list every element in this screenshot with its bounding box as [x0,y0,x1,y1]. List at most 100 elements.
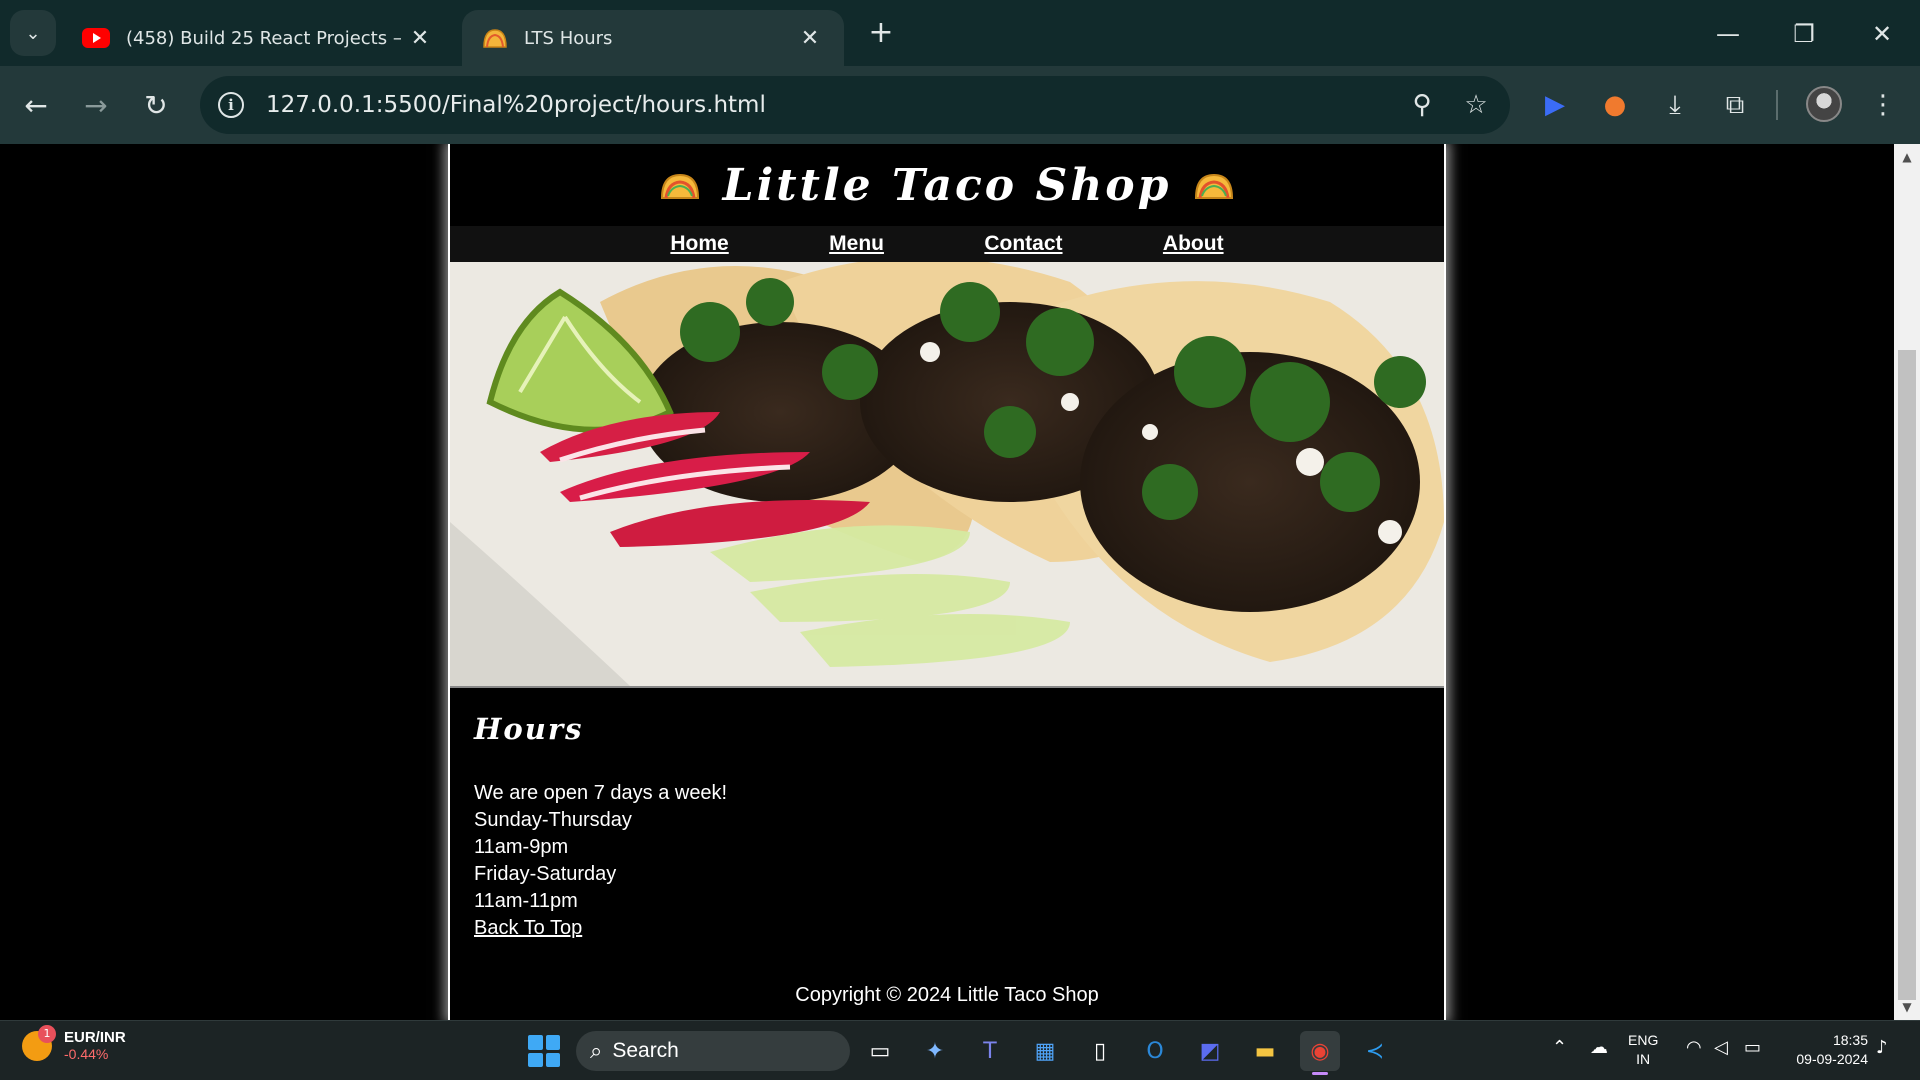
arrow-left-icon: ← [24,89,48,122]
profile-avatar[interactable] [1806,86,1842,122]
site-footer: Copyright © 2024 Little Taco Shop [795,984,1099,1006]
system-clock[interactable]: 18:35 09-09-2024 [1780,1031,1868,1069]
clock-date: 09-09-2024 [1796,1051,1868,1067]
plus-icon: + [868,15,894,50]
app-icon[interactable]: ◩ [1190,1031,1230,1071]
tab-strip: ⌄ (458) Build 25 React Projects – Tuto ✕… [0,0,1920,66]
nav-link-menu[interactable]: Menu [829,232,884,256]
notification-badge: 1 [38,1024,56,1043]
address-bar[interactable]: i 127.0.0.1:5500/Final%20project/hours.h… [200,76,1510,134]
region-code: IN [1636,1051,1651,1067]
windows-logo-icon [545,1035,560,1050]
taco-icon [1195,173,1234,199]
bookmark-star-icon[interactable]: ☆ [1456,85,1496,125]
wifi-icon[interactable]: ◠ [1686,1037,1702,1058]
minimize-button[interactable]: — [1708,14,1748,54]
copilot-icon[interactable]: ✦ [915,1031,955,1071]
taco-icon [483,29,507,48]
task-view-icon[interactable]: ▭ [860,1031,900,1071]
tab-youtube[interactable]: (458) Build 25 React Projects – Tuto ✕ [62,10,454,66]
widget-change: -0.44% [64,1046,109,1062]
hours-line: 11am-11pm [474,890,578,912]
nav-link-contact[interactable]: Contact [984,232,1062,256]
tab-title: (458) Build 25 React Projects – Tuto [126,27,406,49]
url-text[interactable]: 127.0.0.1:5500/Final%20project/hours.htm… [266,92,1402,118]
scroll-up-icon[interactable]: ▲ [1894,146,1920,168]
tab-title: LTS Hours [524,27,613,49]
taskbar: 1 EUR/INR -0.44% ⌕ Search ▭ ✦ T ▦ ▯ O ◩ … [0,1020,1920,1080]
clock-time: 18:35 [1832,1032,1868,1048]
widget-title: EUR/INR [64,1029,126,1046]
nav-link-home[interactable]: Home [670,232,728,256]
scroll-down-icon[interactable]: ▼ [1894,996,1920,1018]
tab-lts-hours[interactable]: LTS Hours ✕ [462,10,844,66]
notification-bell-icon[interactable]: ♪ [1876,1037,1888,1058]
chevron-down-icon: ⌄ [25,22,41,44]
site-header: Little Taco Shop [450,144,1444,226]
hours-line: We are open 7 days a week! [474,782,728,804]
battery-icon[interactable]: ▭ [1744,1037,1761,1058]
language-indicator[interactable]: ENG IN [1628,1031,1658,1069]
page-scrollbar[interactable]: ▲ ▼ [1894,144,1920,1020]
store-icon[interactable]: ▦ [1025,1031,1065,1071]
back-to-top-link[interactable]: Back To Top [474,915,582,942]
taco-icon [660,173,699,199]
teams-icon[interactable]: T [970,1031,1010,1071]
onedrive-cloud-icon[interactable]: ☁ [1590,1037,1608,1058]
tab-search-button[interactable]: ⌄ [10,10,56,56]
start-button[interactable] [528,1035,560,1067]
extension-capsule-icon[interactable]: ● [1594,84,1636,126]
back-button[interactable]: ← [16,86,56,126]
taskbar-search[interactable]: ⌕ Search [576,1031,850,1071]
language-code: ENG [1628,1032,1659,1048]
reload-icon: ↻ [144,89,168,122]
browser-toolbar: ← → ↻ i 127.0.0.1:5500/Final%20project/h… [0,66,1920,144]
nav-link-about[interactable]: About [1163,232,1224,256]
arrow-right-icon: → [84,89,108,122]
hero-image-tacos [450,262,1444,686]
new-tab-button[interactable]: + [864,16,898,50]
extensions-puzzle-icon[interactable]: ⧉ [1714,84,1756,126]
close-icon[interactable]: ✕ [796,26,824,51]
youtube-icon [82,28,110,48]
site-title: Little Taco Shop [722,159,1172,211]
extension-play-icon[interactable]: ▶ [1534,84,1576,126]
windows-logo-icon [545,1052,560,1067]
reload-button[interactable]: ↻ [136,86,176,126]
file-explorer-icon[interactable]: ▬ [1245,1031,1285,1071]
forward-button[interactable]: → [76,86,116,126]
page-viewport: Little Taco Shop Home Menu Contact About [0,144,1894,1020]
restore-icon: ❐ [1793,20,1815,48]
widgets-button[interactable]: 1 EUR/INR -0.44% [22,1024,126,1062]
hours-line: Sunday-Thursday [474,809,632,831]
chrome-icon[interactable]: ◉ [1300,1031,1340,1075]
site-nav: Home Menu Contact About [450,226,1444,262]
hours-line: Friday-Saturday [474,863,617,885]
download-icon[interactable]: ⤓ [1654,84,1696,126]
outlook-icon[interactable]: O [1135,1031,1175,1071]
search-icon: ⌕ [590,1038,603,1063]
close-icon: ✕ [1871,20,1893,48]
close-window-button[interactable]: ✕ [1862,14,1902,54]
zoom-icon[interactable]: ⚲ [1402,85,1442,125]
currency-widget-icon: 1 [22,1024,56,1061]
restore-button[interactable]: ❐ [1784,14,1824,54]
hours-line: 11am-9pm [474,836,569,858]
site-info-icon[interactable]: i [218,92,244,118]
scroll-thumb[interactable] [1898,350,1916,1000]
windows-logo-icon [528,1052,543,1067]
toolbar-divider [1776,90,1778,120]
hours-heading: Hours [474,712,584,746]
hero-image [450,262,1444,686]
close-icon[interactable]: ✕ [406,26,434,51]
vscode-icon[interactable]: ≺ [1355,1031,1395,1071]
chevron-up-icon[interactable]: ⌃ [1552,1037,1567,1058]
kebab-menu-icon[interactable]: ⋮ [1862,84,1904,126]
hours-section: Hours We are open 7 days a week! Sunday-… [450,686,1444,942]
notepad-icon[interactable]: ▯ [1080,1031,1120,1071]
minimize-icon: — [1716,20,1740,48]
volume-icon[interactable]: ◁ [1714,1037,1728,1058]
windows-logo-icon [528,1035,543,1050]
search-label: Search [612,1039,679,1062]
page-container: Little Taco Shop Home Menu Contact About [448,144,1446,1020]
